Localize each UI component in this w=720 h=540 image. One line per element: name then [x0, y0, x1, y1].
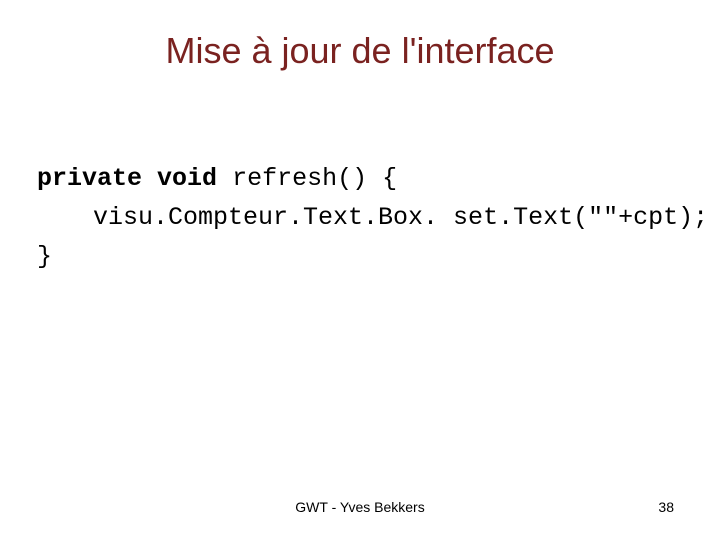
keyword-void: void [157, 164, 217, 193]
footer-page-number: 38 [658, 499, 674, 515]
code-close: } [37, 242, 52, 271]
footer-center: GWT - Yves Bekkers [0, 499, 720, 515]
keyword-private: private [37, 164, 142, 193]
code-signature: refresh() { [217, 164, 397, 193]
code-body: visu.Compteur.Text.Box. set.Text(""+cpt)… [37, 199, 708, 238]
slide-title: Mise à jour de l'interface [0, 0, 720, 82]
code-block: private void refresh() { visu.Compteur.T… [0, 82, 720, 276]
slide: Mise à jour de l'interface private void … [0, 0, 720, 540]
